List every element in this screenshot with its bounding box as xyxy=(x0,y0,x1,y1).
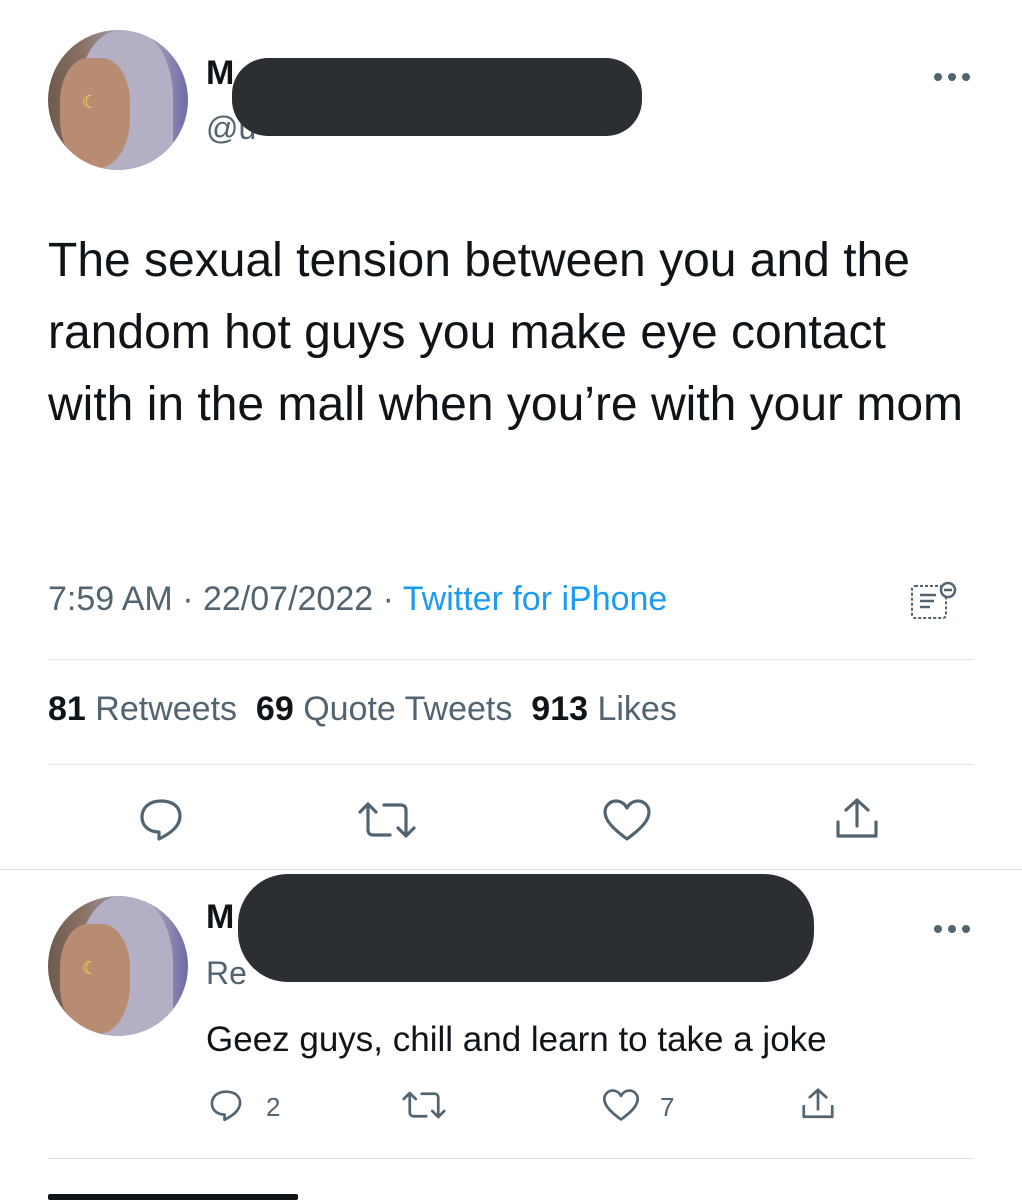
reply-more-options-icon[interactable] xyxy=(932,910,972,942)
share-icon[interactable] xyxy=(833,796,881,842)
quote-tweets-stat[interactable]: 69 Quote Tweets xyxy=(256,690,512,728)
replying-to-label: Re xyxy=(206,955,247,991)
reply-icon[interactable] xyxy=(137,796,185,842)
redaction-bar xyxy=(232,58,642,136)
reply-share-icon[interactable] xyxy=(800,1086,836,1122)
tweet-time[interactable]: 7:59 AM xyxy=(48,580,173,618)
divider xyxy=(48,764,974,765)
retweet-icon[interactable] xyxy=(356,800,418,840)
tweet-source-link[interactable]: Twitter for iPhone xyxy=(403,580,668,618)
divider xyxy=(48,1158,974,1159)
author-avatar[interactable]: ☾ xyxy=(48,30,188,170)
retweets-stat[interactable]: 81 Retweets xyxy=(48,690,237,728)
section-divider xyxy=(0,869,1022,870)
likes-stat[interactable]: 913 Likes xyxy=(531,690,677,728)
tweet-date[interactable]: 22/07/2022 xyxy=(203,580,373,618)
reply-retweet-icon[interactable] xyxy=(400,1090,448,1120)
reply-reply-icon[interactable] xyxy=(208,1088,244,1122)
more-options-icon[interactable] xyxy=(932,58,972,90)
meta-separator: · xyxy=(382,580,394,618)
author-name[interactable]: M xyxy=(206,54,234,93)
analytics-icon[interactable] xyxy=(908,580,960,624)
tweet-meta: 7:59 AM · 22/07/2022 · Twitter for iPhon… xyxy=(48,580,667,619)
tweet-stats: 81 Retweets 69 Quote Tweets 913 Likes xyxy=(48,690,677,729)
reply-author-name[interactable]: M xyxy=(206,898,234,937)
reply-author-avatar[interactable]: ☾ xyxy=(48,896,188,1036)
tweet-text: The sexual tension between you and the r… xyxy=(48,234,964,431)
reply-text: Geez guys, chill and learn to take a jok… xyxy=(206,1020,827,1059)
like-icon[interactable] xyxy=(602,798,652,842)
reply-like-count: 7 xyxy=(660,1092,675,1122)
meta-separator: · xyxy=(182,580,194,618)
reply-like-icon[interactable] xyxy=(602,1088,640,1122)
section-heading-cropped xyxy=(48,1190,348,1200)
reply-reply-count: 2 xyxy=(266,1092,281,1122)
divider xyxy=(48,659,974,660)
redaction-bar xyxy=(238,874,814,982)
